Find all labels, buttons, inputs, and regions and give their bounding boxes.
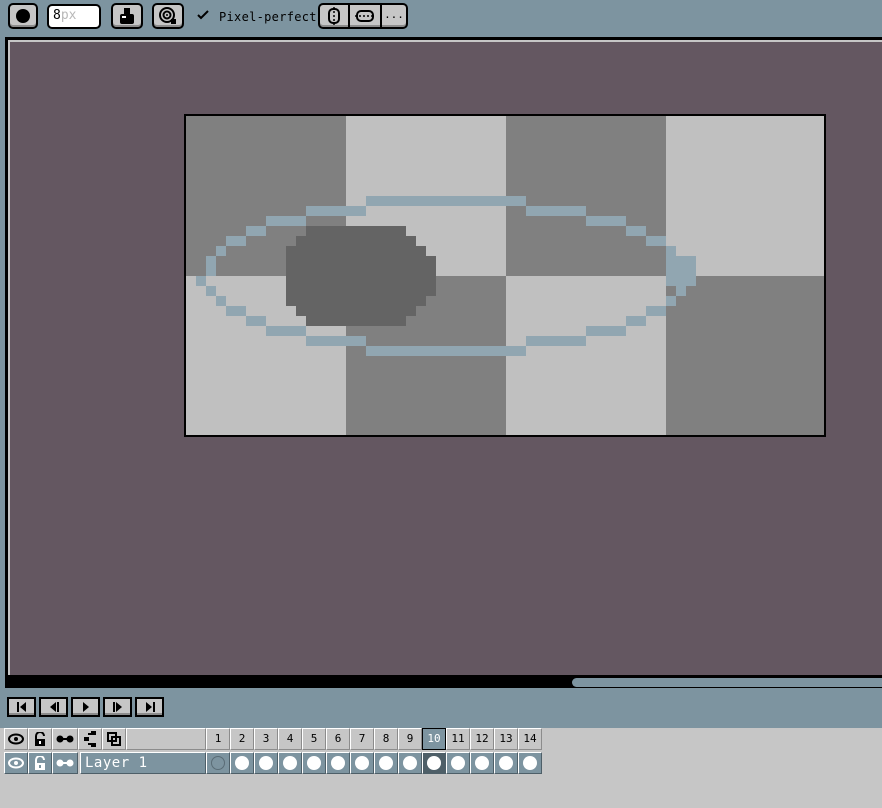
sprite-canvas[interactable]: [184, 114, 826, 437]
cel-dot: [235, 756, 249, 770]
frame-header-11[interactable]: 11: [446, 728, 470, 750]
pixel-perfect-checkbox-icon[interactable]: [196, 8, 210, 22]
cel-frame-7[interactable]: [350, 752, 374, 774]
play-button[interactable]: [71, 697, 100, 717]
previous-frame-icon: [49, 702, 59, 712]
new-layer-icon: [107, 732, 121, 746]
continuous-icon: [56, 759, 74, 767]
frame-header-4[interactable]: 4: [278, 728, 302, 750]
cel-frame-1[interactable]: [206, 752, 230, 774]
sprite-editor: [5, 37, 882, 688]
cel-dot: [499, 756, 513, 770]
cel-dot: [523, 756, 537, 770]
layer-link-icon: [84, 731, 96, 747]
cel-frame-9[interactable]: [398, 752, 422, 774]
sprite-image: [186, 116, 824, 435]
last-frame-icon: [145, 702, 155, 712]
cel-frame-3[interactable]: [254, 752, 278, 774]
cel-frame-4[interactable]: [278, 752, 302, 774]
frame-header-7[interactable]: 7: [350, 728, 374, 750]
ink-type-button[interactable]: [111, 3, 143, 29]
frame-header-12[interactable]: 12: [470, 728, 494, 750]
eye-icon: [8, 757, 24, 769]
context-toolbar: 8px Pixel-perfect ...: [0, 0, 882, 34]
cel-dot: [403, 756, 417, 770]
continuous-icon: [56, 735, 74, 743]
header-lock[interactable]: [28, 728, 52, 750]
cel-frame-14[interactable]: [518, 752, 542, 774]
cel-dot: [451, 756, 465, 770]
cel-frame-8[interactable]: [374, 752, 398, 774]
target-icon: [159, 7, 176, 24]
canvas-area[interactable]: [8, 40, 882, 675]
frame-header-3[interactable]: 3: [254, 728, 278, 750]
cel-dot: [475, 756, 489, 770]
ellipse-fill: [286, 226, 436, 326]
brush-size-input[interactable]: 8px: [47, 4, 101, 29]
circle-brush-icon: [16, 9, 30, 23]
layer-name[interactable]: Layer 1: [80, 752, 206, 774]
ink-bottle-icon: [120, 8, 134, 24]
first-frame-icon: [16, 702, 26, 712]
last-frame-button[interactable]: [135, 697, 164, 717]
brush-type-circle-button[interactable]: [8, 3, 38, 29]
frame-header-2[interactable]: 2: [230, 728, 254, 750]
cel-frame-13[interactable]: [494, 752, 518, 774]
timeline-controls: [0, 690, 882, 728]
horizontal-scrollbar-thumb[interactable]: [572, 678, 882, 687]
lock-open-icon: [35, 756, 45, 770]
layer-visibility-toggle[interactable]: [4, 752, 28, 774]
cel-dot: [427, 756, 441, 770]
next-frame-icon: [112, 702, 122, 712]
header-continuous[interactable]: [52, 728, 78, 750]
cel-frame-12[interactable]: [470, 752, 494, 774]
lock-open-icon: [35, 732, 45, 746]
cel-dot: [259, 756, 273, 770]
frame-header-5[interactable]: 5: [302, 728, 326, 750]
cel-frame-10[interactable]: [422, 752, 446, 774]
frame-header-13[interactable]: 13: [494, 728, 518, 750]
cel-dot: [307, 756, 321, 770]
cel-dot: [211, 756, 225, 770]
cel-dot: [331, 756, 345, 770]
symmetry-options-button[interactable]: ...: [380, 3, 408, 29]
layer-continuous-toggle[interactable]: [52, 752, 78, 774]
cel-frame-2[interactable]: [230, 752, 254, 774]
next-frame-button[interactable]: [103, 697, 132, 717]
layer-row[interactable]: Layer 1: [0, 752, 542, 774]
header-layer-names: [126, 728, 206, 750]
horizontal-symmetry-icon: [355, 10, 375, 22]
play-icon: [82, 702, 89, 712]
header-new-layer[interactable]: [102, 728, 126, 750]
cel-dot: [379, 756, 393, 770]
horizontal-scrollbar[interactable]: [8, 675, 882, 688]
cel-dot: [355, 756, 369, 770]
frame-header-9[interactable]: 9: [398, 728, 422, 750]
frame-header-14[interactable]: 14: [518, 728, 542, 750]
vertical-symmetry-icon: [328, 7, 340, 25]
symmetry-horizontal-button[interactable]: [348, 3, 382, 29]
header-visibility[interactable]: [4, 728, 28, 750]
spray-target-button[interactable]: [152, 3, 184, 29]
pixel-perfect-label[interactable]: Pixel-perfect: [219, 10, 317, 24]
previous-frame-button[interactable]: [39, 697, 68, 717]
cel-frame-11[interactable]: [446, 752, 470, 774]
layer-lock-toggle[interactable]: [28, 752, 52, 774]
layers-panel: 1 2 3 4 5 6 7 8 9 10 11 12 13 14 Layer 1: [0, 728, 882, 808]
frame-header-10[interactable]: 10: [422, 728, 446, 750]
cel-frame-5[interactable]: [302, 752, 326, 774]
first-frame-button[interactable]: [7, 697, 36, 717]
frame-header-8[interactable]: 8: [374, 728, 398, 750]
symmetry-vertical-button[interactable]: [318, 3, 350, 29]
cel-dot: [283, 756, 297, 770]
eye-icon: [8, 733, 24, 745]
frame-header-1[interactable]: 1: [206, 728, 230, 750]
cel-frame-6[interactable]: [326, 752, 350, 774]
header-layer-link[interactable]: [78, 728, 102, 750]
frame-header-6[interactable]: 6: [326, 728, 350, 750]
